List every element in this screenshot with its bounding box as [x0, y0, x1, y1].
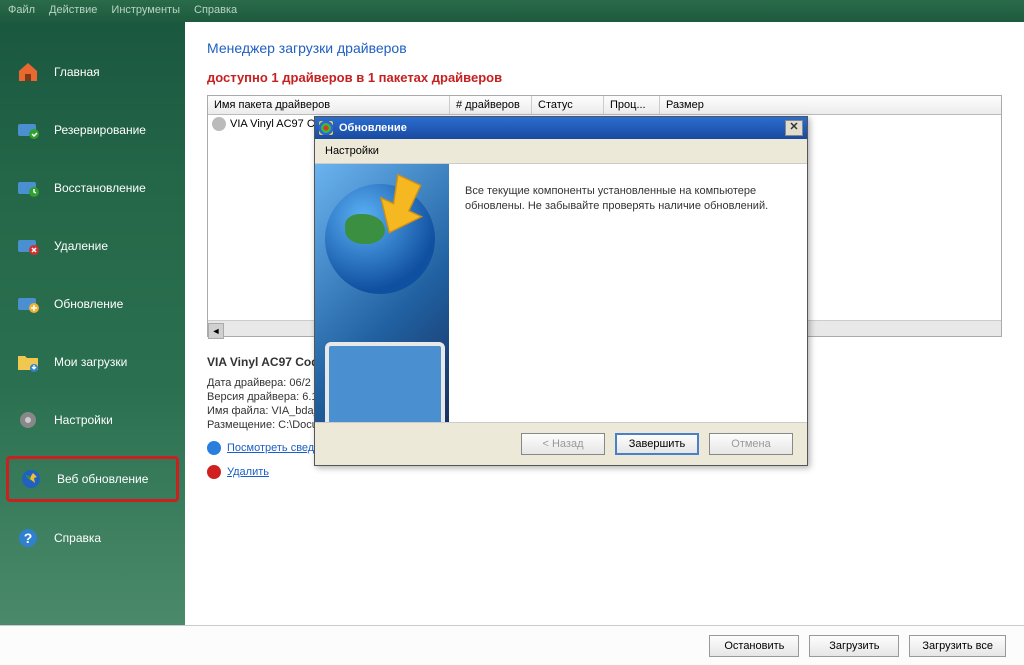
- sidebar-item-update[interactable]: Обновление: [0, 282, 185, 326]
- dialog-illustration: [315, 164, 449, 422]
- col-proc[interactable]: Проц...: [604, 96, 660, 114]
- dialog-title: Обновление: [339, 122, 407, 134]
- download-all-button[interactable]: Загрузить все: [909, 635, 1006, 657]
- restore-icon: [12, 174, 44, 202]
- download-button[interactable]: Загрузить: [809, 635, 899, 657]
- close-button[interactable]: ✕: [785, 120, 803, 136]
- update-icon: [12, 290, 44, 318]
- sidebar-item-label: Резервирование: [54, 123, 146, 137]
- back-button: < Назад: [521, 433, 605, 455]
- menubar: Файл Действие Инструменты Справка: [0, 0, 1024, 22]
- row-name: VIA Vinyl AC97 Co: [230, 118, 321, 130]
- dialog-subtitle: Настройки: [315, 139, 807, 163]
- sidebar-item-label: Удаление: [54, 239, 108, 253]
- downloads-icon: [12, 348, 44, 376]
- update-dialog: Обновление ✕ Настройки Все текущие компо…: [314, 116, 808, 466]
- finish-button[interactable]: Завершить: [615, 433, 699, 455]
- sidebar-item-settings[interactable]: Настройки: [0, 398, 185, 442]
- help-icon: ?: [12, 524, 44, 552]
- delete-link-icon: [207, 465, 221, 479]
- sidebar-item-label: Веб обновление: [57, 472, 148, 486]
- table-header: Имя пакета драйверов # драйверов Статус …: [208, 96, 1001, 115]
- svg-text:?: ?: [24, 530, 33, 546]
- backup-icon: [12, 116, 44, 144]
- sidebar-item-restore[interactable]: Восстановление: [0, 166, 185, 210]
- cancel-button: Отмена: [709, 433, 793, 455]
- sidebar-item-label: Главная: [54, 65, 100, 79]
- menu-file[interactable]: Файл: [8, 4, 35, 18]
- sidebar-item-downloads[interactable]: Мои загрузки: [0, 340, 185, 384]
- col-status[interactable]: Статус: [532, 96, 604, 114]
- dialog-titlebar[interactable]: Обновление ✕: [315, 117, 807, 139]
- gear-icon: [12, 406, 44, 434]
- info-icon: [207, 441, 221, 455]
- scroll-left-icon[interactable]: ◄: [208, 323, 224, 339]
- col-drivers[interactable]: # драйверов: [450, 96, 532, 114]
- monitor-icon: [325, 342, 445, 422]
- sidebar-item-label: Обновление: [54, 297, 123, 311]
- delete-icon: [12, 232, 44, 260]
- col-size[interactable]: Размер: [660, 96, 1001, 114]
- menu-help[interactable]: Справка: [194, 4, 237, 18]
- footer-bar: Остановить Загрузить Загрузить все: [0, 625, 1024, 665]
- sidebar-item-help[interactable]: ? Справка: [0, 516, 185, 560]
- dialog-message: Все текущие компоненты установленные на …: [449, 164, 807, 422]
- sidebar-item-label: Восстановление: [54, 181, 146, 195]
- sidebar-item-home[interactable]: Главная: [0, 50, 185, 94]
- menu-tools[interactable]: Инструменты: [111, 4, 180, 18]
- sidebar-item-delete[interactable]: Удаление: [0, 224, 185, 268]
- sidebar-item-backup[interactable]: Резервирование: [0, 108, 185, 152]
- globe-download-icon: [15, 465, 47, 493]
- col-name[interactable]: Имя пакета драйверов: [208, 96, 450, 114]
- arrow-down-icon: [370, 174, 440, 244]
- link-delete[interactable]: Удалить: [227, 466, 269, 478]
- menu-action[interactable]: Действие: [49, 4, 97, 18]
- windows-logo-icon: [319, 121, 333, 135]
- sidebar-item-webupdate[interactable]: Веб обновление: [6, 456, 179, 502]
- sidebar-item-label: Справка: [54, 531, 101, 545]
- pause-icon: [212, 117, 226, 131]
- dialog-button-row: < Назад Завершить Отмена: [315, 423, 807, 465]
- alert-text: доступно 1 драйверов в 1 пакетах драйвер…: [207, 70, 1002, 85]
- sidebar-item-label: Настройки: [54, 413, 113, 427]
- stop-button[interactable]: Остановить: [709, 635, 799, 657]
- sidebar: Главная Резервирование Восстановление Уд…: [0, 22, 185, 625]
- page-title: Менеджер загрузки драйверов: [207, 40, 1002, 56]
- sidebar-item-label: Мои загрузки: [54, 355, 127, 369]
- home-icon: [12, 58, 44, 86]
- dialog-body: Все текущие компоненты установленные на …: [315, 163, 807, 423]
